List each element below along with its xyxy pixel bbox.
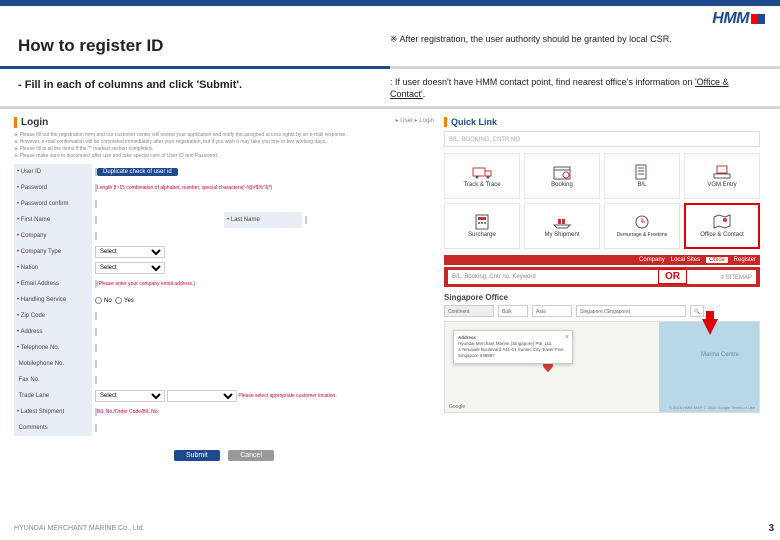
sitemap-icon[interactable]: ≡ SITEMAP (720, 271, 752, 285)
arrow-down-icon (702, 319, 718, 335)
fax-input[interactable] (95, 376, 97, 384)
company-type-select[interactable]: Select (95, 246, 165, 258)
city-select[interactable]: Singapore (Singapore) (576, 305, 686, 317)
trade-lane-select[interactable]: Select (95, 390, 165, 402)
map-pin-icon (712, 214, 732, 230)
continent-select[interactable]: Asia (532, 305, 572, 317)
calendar-icon (552, 164, 572, 180)
map-water (659, 322, 759, 413)
header-accent-bar (0, 0, 780, 6)
login-info: ※ Please fill out the registration form … (14, 132, 434, 160)
address-infowindow: × Address Hyundai Merchant Marine (Singa… (453, 330, 573, 363)
footer-copyright: HYUNDAI MERCHANT MARINE Co., Ltd. (14, 525, 145, 532)
tab-bulk[interactable]: Bulk (498, 305, 528, 317)
page-title: How to register ID (0, 32, 390, 60)
submit-button[interactable]: Submit (174, 450, 220, 461)
tab-continent[interactable]: Continent (444, 305, 494, 317)
ql-office-contact[interactable]: Office & Contact (684, 203, 760, 249)
login-heading: Login ▸ User ▸ Login (14, 117, 434, 128)
nav-company[interactable]: Company (639, 257, 665, 263)
service-no-radio[interactable] (95, 297, 102, 304)
duplicate-check-button[interactable]: Duplicate check of user id (97, 168, 178, 176)
instruction-text: - Fill in each of columns and click 'Sub… (0, 73, 390, 104)
telephone-input[interactable] (95, 344, 97, 352)
red-search-input[interactable]: B/L, Booking, Cntr no, Keyword≡ SITEMAP (448, 270, 756, 284)
address-input[interactable] (95, 328, 97, 336)
company-input[interactable] (95, 232, 97, 240)
first-name-input[interactable] (95, 216, 97, 224)
clock-icon (632, 214, 652, 230)
ql-booking[interactable]: Booking (524, 153, 600, 199)
or-label: OR (658, 269, 687, 284)
note-registration: ※ After registration, the user authority… (390, 32, 780, 60)
quicklink-grid: Track & Trace Booking B/L VGM Entry Surc… (444, 153, 760, 249)
nation-select[interactable]: Select (95, 262, 165, 274)
breadcrumb: ▸ User ▸ Login (396, 117, 434, 128)
ql-track-trace[interactable]: Track & Trace (444, 153, 520, 199)
scale-icon (712, 164, 732, 180)
zip-input[interactable] (95, 312, 97, 320)
divider-1 (0, 66, 780, 69)
page-number: 3 (768, 523, 774, 534)
map-label-marina: Marina Centre (701, 352, 739, 358)
note-office-contact: : If user doesn't have HMM contact point… (390, 73, 780, 104)
ql-myshipment[interactable]: My Shipment (524, 203, 600, 249)
nav-localsites[interactable]: Local Sites (671, 257, 700, 263)
map-terms: © 2016 HMM MAP © 2016 Google Terms of Us… (669, 405, 755, 410)
close-icon[interactable]: × (565, 333, 569, 342)
cancel-button[interactable]: Cancel (228, 450, 274, 461)
red-search-wrap: B/L, Booking, Cntr no, Keyword≡ SITEMAP (444, 267, 760, 287)
document-icon (632, 164, 652, 180)
service-yes-radio[interactable] (115, 297, 122, 304)
ship-icon (552, 214, 572, 230)
top-nav-bar: Company Local Sites Office Register (444, 255, 760, 265)
registration-form: • User ID Duplicate check of user id • P… (14, 164, 434, 436)
quicklink-heading: Quick Link (444, 117, 760, 127)
office-heading: Singapore Office (444, 293, 760, 302)
last-name-input[interactable] (305, 216, 307, 224)
hmm-logo: HMM (712, 10, 765, 28)
truck-icon (472, 164, 492, 180)
password-confirm-input[interactable] (95, 200, 97, 208)
ql-surcharge[interactable]: Surcharge (444, 203, 520, 249)
quicklink-search[interactable]: B/L, BOOKING, CNTR NO (444, 131, 760, 147)
nav-register[interactable]: Register (734, 257, 756, 263)
ql-bl[interactable]: B/L (604, 153, 680, 199)
calculator-icon (472, 214, 492, 230)
divider-2 (0, 106, 780, 109)
mobile-input[interactable] (95, 360, 97, 368)
flag-icon (751, 14, 765, 24)
search-icon[interactable]: 🔍 (690, 305, 704, 317)
ql-demurrage[interactable]: Demurrage & Freetime (604, 203, 680, 249)
trade-lane-select-2[interactable] (167, 390, 237, 402)
comments-input[interactable] (95, 424, 97, 432)
ql-vgm[interactable]: VGM Entry (684, 153, 760, 199)
google-logo: Google (449, 404, 465, 410)
nav-office[interactable]: Office (706, 257, 728, 263)
